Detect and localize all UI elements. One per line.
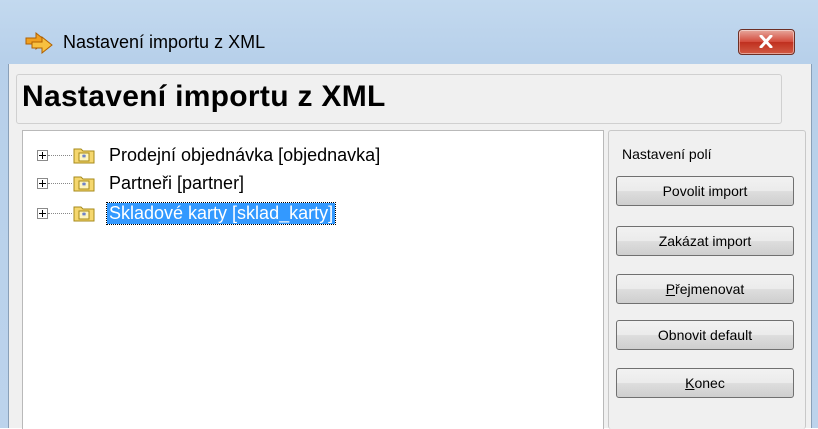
tree-connector	[48, 155, 72, 156]
svg-text:*: *	[82, 154, 87, 164]
rename-label: řejmenovat	[675, 281, 745, 297]
folder-star-icon: *	[73, 148, 95, 164]
disable-import-button[interactable]: Zakázat import	[616, 226, 794, 256]
close-label: onec	[694, 375, 725, 391]
title-bar[interactable]: Nastavení importu z XML	[0, 0, 818, 64]
tree-view[interactable]: * Prodejní objednávka [objednavka] * Par…	[22, 130, 604, 429]
tree-node-label-selected: Skladové karty [sklad_karty]	[105, 202, 337, 225]
close-window-button[interactable]	[738, 29, 795, 55]
folder-star-icon: *	[73, 206, 95, 222]
page-title: Nastavení importu z XML	[22, 80, 386, 113]
restore-default-button[interactable]: Obnovit default	[616, 320, 794, 350]
svg-text:*: *	[82, 212, 87, 222]
expand-icon[interactable]	[37, 178, 48, 189]
tree-node-label: Partneři [partner]	[109, 173, 245, 193]
expand-icon[interactable]	[37, 150, 48, 161]
close-button[interactable]: Konec	[616, 368, 794, 398]
tree-connector	[48, 213, 72, 214]
expand-icon[interactable]	[37, 208, 48, 219]
field-settings-title: Nastavení polí	[622, 146, 712, 162]
tree-node-label: Prodejní objednávka [objednavka]	[109, 145, 381, 165]
folder-star-icon: *	[73, 176, 95, 192]
rename-button[interactable]: Přejmenovat	[616, 274, 794, 304]
svg-text:*: *	[82, 182, 87, 192]
rename-mnemonic: P	[665, 281, 676, 297]
window-title: Nastavení importu z XML	[63, 32, 266, 52]
enable-import-button[interactable]: Povolit import	[616, 176, 794, 206]
tree-connector	[48, 183, 72, 184]
close-icon	[759, 35, 773, 48]
app-arrows-icon	[25, 31, 53, 54]
